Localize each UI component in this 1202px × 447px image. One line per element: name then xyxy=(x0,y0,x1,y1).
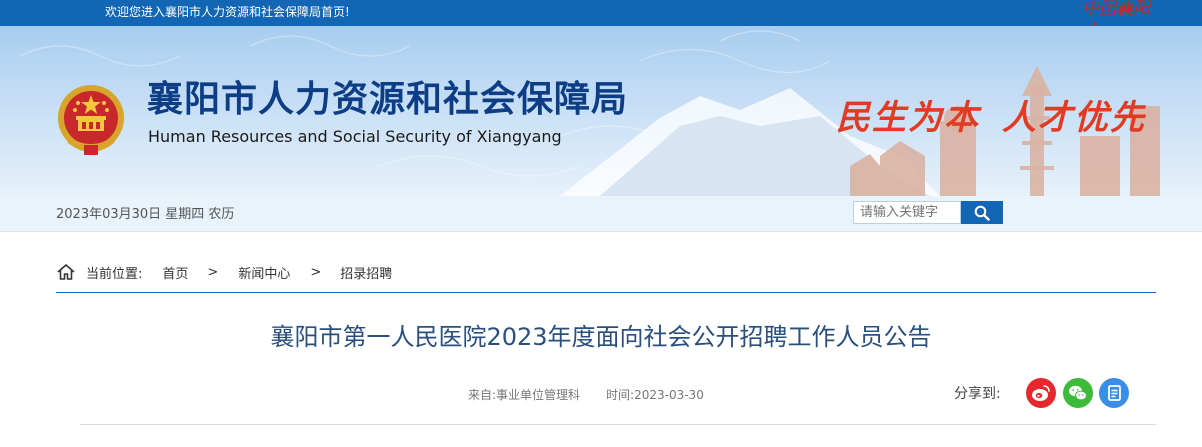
content-divider xyxy=(80,424,1156,425)
breadcrumb-label: 当前位置: xyxy=(86,266,143,282)
slogan-left: 民生为本 xyxy=(836,98,980,138)
top-bar: 欢迎您进入襄阳市人力资源和社会保障局首页! 中国襄阳 xyxy=(0,0,1202,26)
national-emblem-icon xyxy=(58,85,124,155)
wechat-icon xyxy=(1069,385,1087,401)
breadcrumb-home[interactable]: 首页 xyxy=(162,263,188,282)
slogan: 民生为本 人才优先 xyxy=(836,96,1146,140)
search-input[interactable] xyxy=(853,201,961,224)
breadcrumb-recruitment[interactable]: 招录招聘 xyxy=(340,263,392,282)
share-weibo-button[interactable] xyxy=(1026,378,1056,408)
breadcrumb: 当前位置: 首页 > 新闻中心 > 招录招聘 xyxy=(56,262,392,282)
share-wechat-button[interactable] xyxy=(1063,378,1093,408)
site-title[interactable]: 襄阳市人力资源和社会保障局 xyxy=(147,78,628,122)
breadcrumb-divider xyxy=(56,292,1156,293)
header-banner: 襄阳市人力资源和社会保障局 Human Resources and Social… xyxy=(0,26,1202,196)
breadcrumb-news[interactable]: 新闻中心 xyxy=(238,263,290,282)
article-meta: 来自:事业单位管理科 时间:2023-03-30 xyxy=(468,387,730,403)
home-icon xyxy=(57,264,75,280)
city-seal-logo: 中国襄阳 xyxy=(1082,0,1150,19)
current-date: 2023年03月30日 星期四 农历 xyxy=(56,207,235,222)
search-button[interactable] xyxy=(961,201,1003,224)
article-title: 襄阳市第一人民医院2023年度面向社会公开招聘工作人员公告 xyxy=(270,323,932,351)
breadcrumb-separator: > xyxy=(310,264,322,280)
share-more-button[interactable] xyxy=(1099,378,1129,408)
share-label: 分享到: xyxy=(954,386,1001,402)
site-subtitle: Human Resources and Social Security of X… xyxy=(148,127,562,146)
weibo-icon xyxy=(1032,385,1050,401)
share-more-icon xyxy=(1108,385,1121,401)
breadcrumb-separator: > xyxy=(207,264,219,280)
welcome-text: 欢迎您进入襄阳市人力资源和社会保障局首页! xyxy=(105,5,350,19)
article-time: 时间:2023-03-30 xyxy=(606,388,704,402)
info-strip: 2023年03月30日 星期四 农历 xyxy=(0,196,1202,232)
article-source: 来自:事业单位管理科 xyxy=(468,388,581,402)
search-icon xyxy=(974,205,990,221)
slogan-right: 人才优先 xyxy=(1002,98,1146,138)
